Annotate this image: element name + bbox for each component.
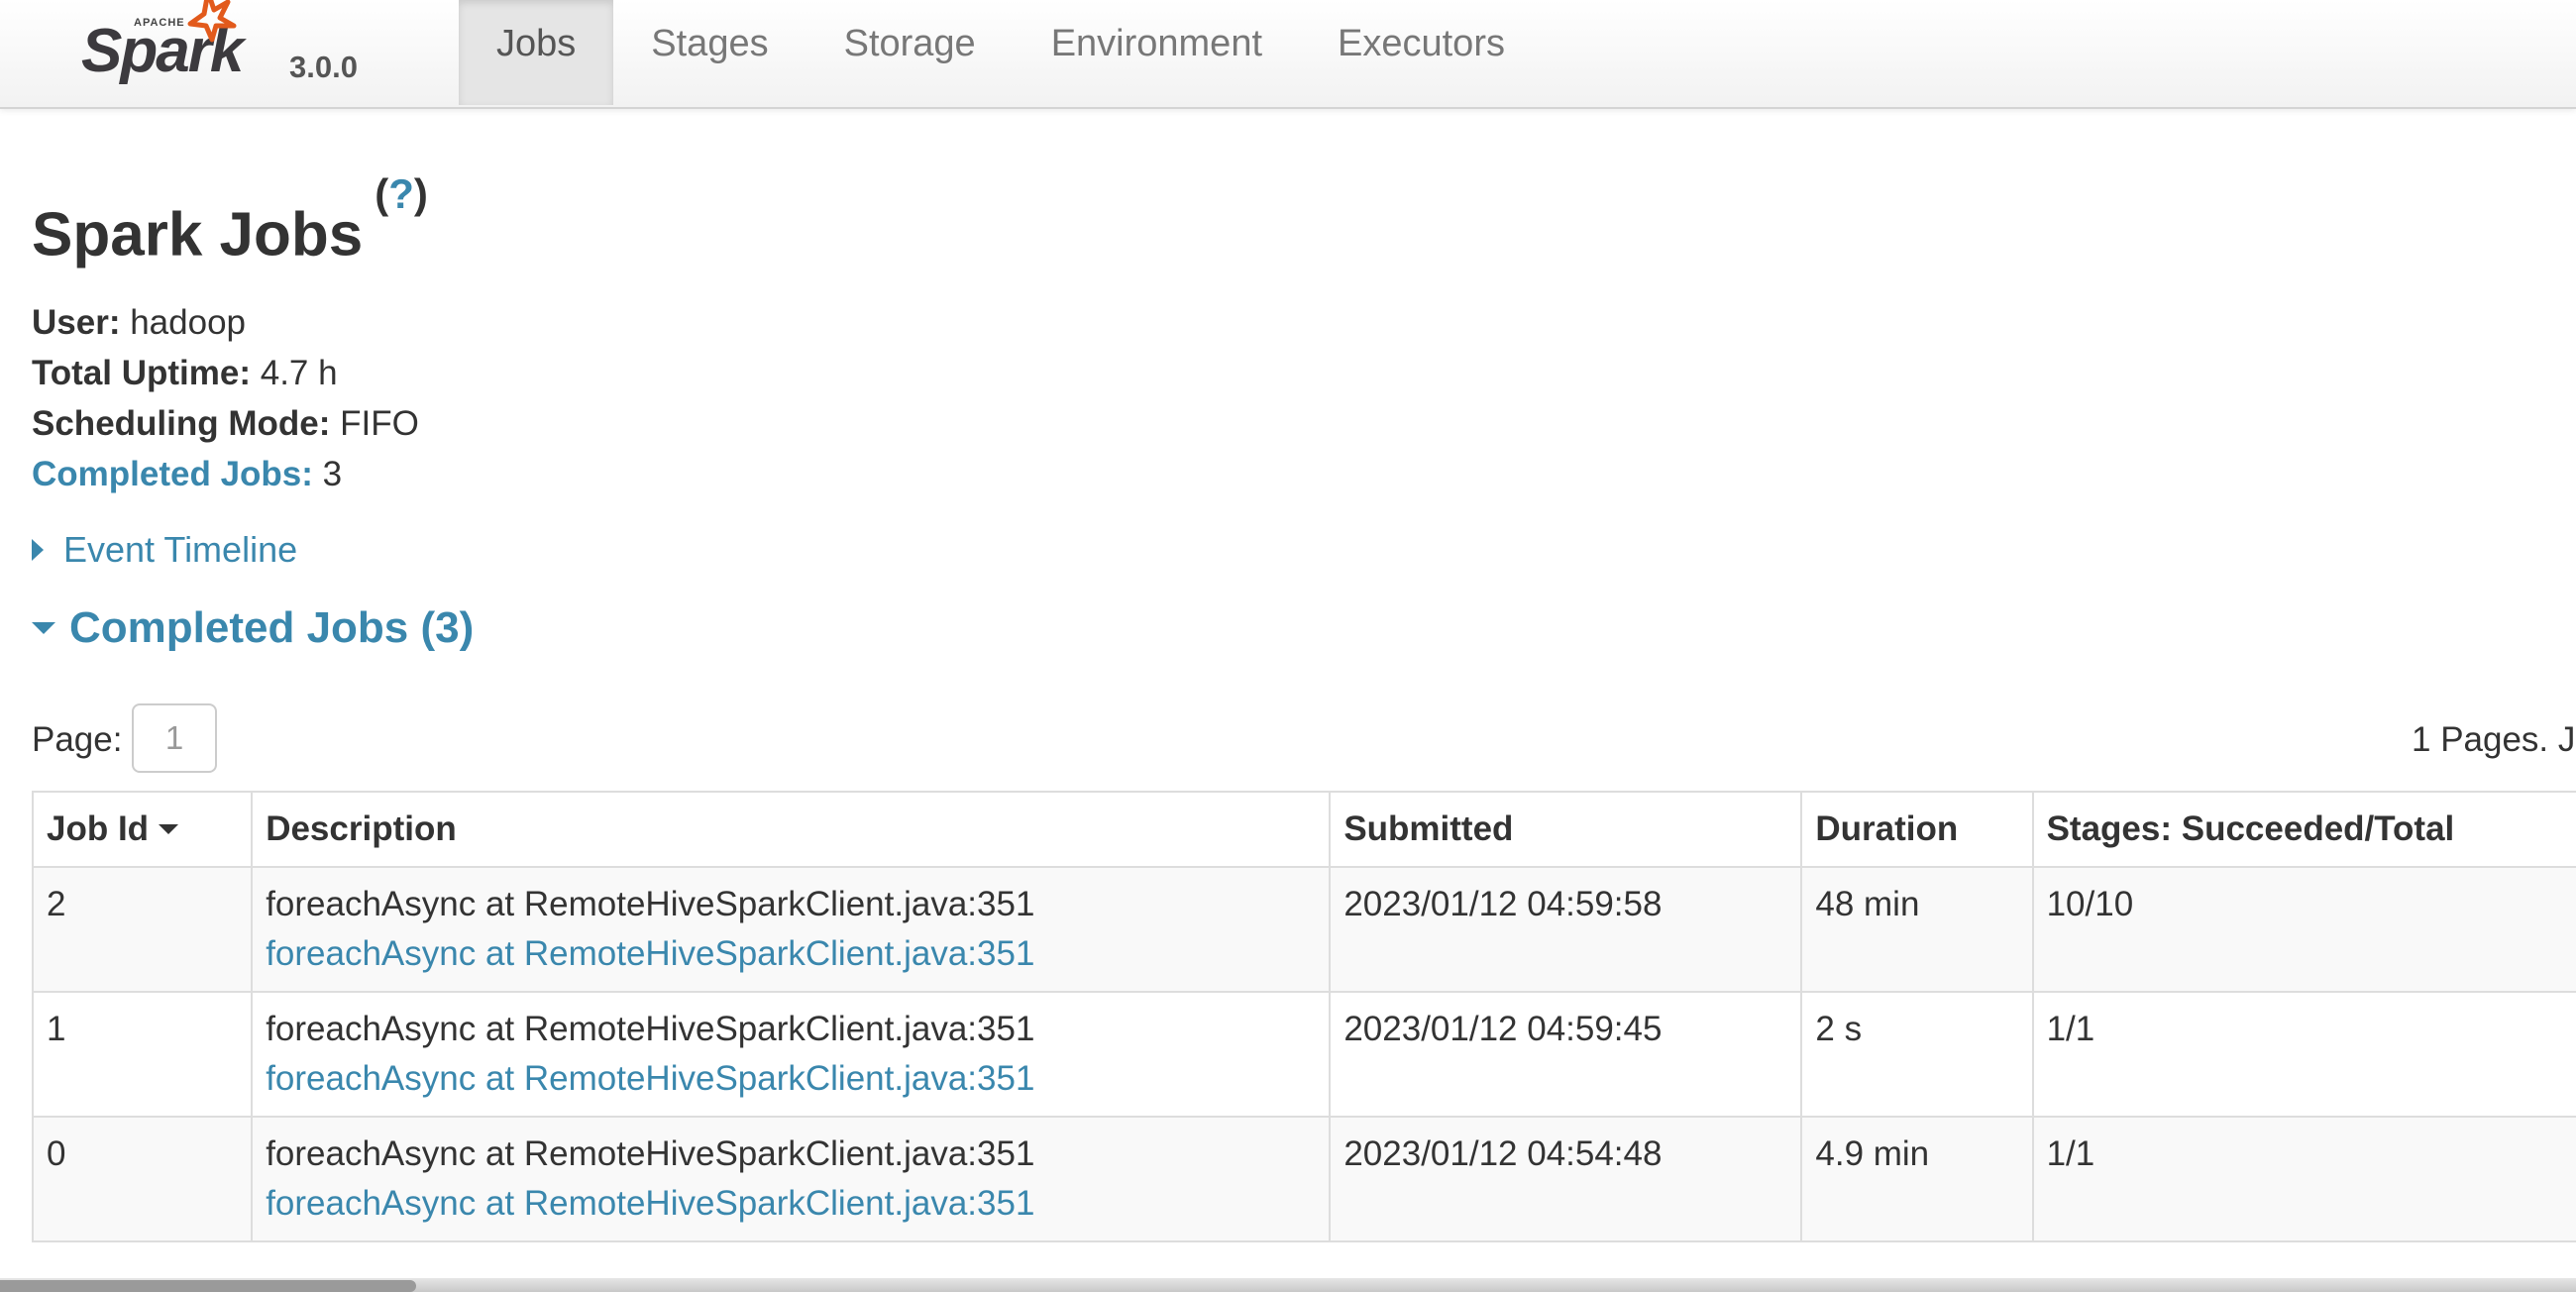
completed-jobs-table: Job Id Description Submitted Duration St… [31,791,2576,1242]
page-label: Page: [32,720,123,759]
completed-jobs-section-label: Completed Jobs (3) [69,603,475,652]
job-summary: User: hadoop Total Uptime: 4.7 h Schedul… [32,297,419,499]
table-row: 1 foreachAsync at RemoteHiveSparkClient.… [31,991,2576,1118]
user-value: hadoop [120,303,247,342]
help-close-paren: ) [413,170,428,217]
brand[interactable]: APACHE Spark 3.0.0 [79,0,376,105]
tab-stages[interactable]: Stages [613,0,805,105]
description-link[interactable]: foreachAsync at RemoteHiveSparkClient.ja… [266,929,1316,979]
cell-duration: 4.9 min [1800,1116,2034,1242]
cell-description: foreachAsync at RemoteHiveSparkClient.ja… [251,866,1332,993]
description-text: foreachAsync at RemoteHiveSparkClient.ja… [266,885,1035,923]
cell-submitted: 2023/01/12 04:54:48 [1329,1116,1803,1242]
table-header-row: Job Id Description Submitted Duration St… [31,791,2576,868]
scheduling-mode-label: Scheduling Mode: [32,404,331,443]
spark-logo: APACHE Spark [81,0,250,85]
tab-environment[interactable]: Environment [1014,0,1300,105]
header-submitted[interactable]: Submitted [1329,791,1803,868]
tab-jobs[interactable]: Jobs [459,0,614,105]
header-job-id-label: Job Id [47,809,150,848]
cell-description: foreachAsync at RemoteHiveSparkClient.ja… [251,1116,1332,1242]
page-number-input[interactable] [132,703,217,773]
header-duration[interactable]: Duration [1800,791,2034,868]
completed-jobs-link[interactable]: Completed Jobs: [32,455,313,493]
header-job-id[interactable]: Job Id [31,791,254,868]
completed-jobs-section-toggle[interactable]: Completed Jobs (3) [32,598,474,658]
help-tooltip[interactable]: (?) [375,170,428,217]
sort-desc-icon [159,824,179,834]
description-link[interactable]: foreachAsync at RemoteHiveSparkClient.ja… [266,1179,1316,1229]
event-timeline-toggle[interactable]: Event Timeline [32,525,297,575]
help-icon[interactable]: ? [388,170,414,217]
cell-job-id: 2 [31,866,254,993]
version-label: 3.0.0 [289,50,358,84]
table-row: 2 foreachAsync at RemoteHiveSparkClient.… [31,866,2576,993]
uptime-value: 4.7 h [251,354,338,392]
summary-uptime: Total Uptime: 4.7 h [32,348,419,398]
pages-info: 1 Pages. J [2412,720,2576,759]
cell-submitted: 2023/01/12 04:59:45 [1329,991,1803,1118]
table-row: 0 foreachAsync at RemoteHiveSparkClient.… [31,1116,2576,1242]
description-text: foreachAsync at RemoteHiveSparkClient.ja… [266,1134,1035,1173]
page-title: Spark Jobs(?) [32,170,428,275]
uptime-label: Total Uptime: [32,354,252,392]
top-navbar: APACHE Spark 3.0.0 Jobs Stages Storage E… [0,0,2576,109]
cell-submitted: 2023/01/12 04:59:58 [1329,866,1803,993]
completed-jobs-value: 3 [312,455,343,493]
cell-job-id: 1 [31,991,254,1118]
cell-duration: 48 min [1800,866,2034,993]
header-description[interactable]: Description [251,791,1332,868]
cell-description: foreachAsync at RemoteHiveSparkClient.ja… [251,991,1332,1118]
scrollbar-thumb[interactable] [0,1280,416,1292]
summary-scheduling-mode: Scheduling Mode: FIFO [32,398,419,449]
cell-stages: 1/1 [2031,1116,2576,1242]
scheduling-mode-value: FIFO [330,404,419,443]
cell-stages: 10/10 [2031,866,2576,993]
description-text: foreachAsync at RemoteHiveSparkClient.ja… [266,1010,1035,1048]
user-label: User: [32,303,121,342]
cell-job-id: 0 [31,1116,254,1242]
header-stages[interactable]: Stages: Succeeded/Total [2031,791,2576,868]
tab-storage[interactable]: Storage [806,0,1014,105]
arrow-right-icon [32,539,44,561]
event-timeline-label: Event Timeline [63,529,298,570]
nav-tabs: Jobs Stages Storage Environment Executor… [459,0,1543,105]
help-open-paren: ( [375,170,389,217]
description-link[interactable]: foreachAsync at RemoteHiveSparkClient.ja… [266,1054,1316,1104]
summary-user: User: hadoop [32,297,419,348]
tab-executors[interactable]: Executors [1300,0,1543,105]
arrow-down-icon [32,622,55,634]
cell-stages: 1/1 [2031,991,2576,1118]
cell-duration: 2 s [1800,991,2034,1118]
page-title-text: Spark Jobs [32,200,364,269]
summary-completed-jobs: Completed Jobs: 3 [32,449,419,499]
